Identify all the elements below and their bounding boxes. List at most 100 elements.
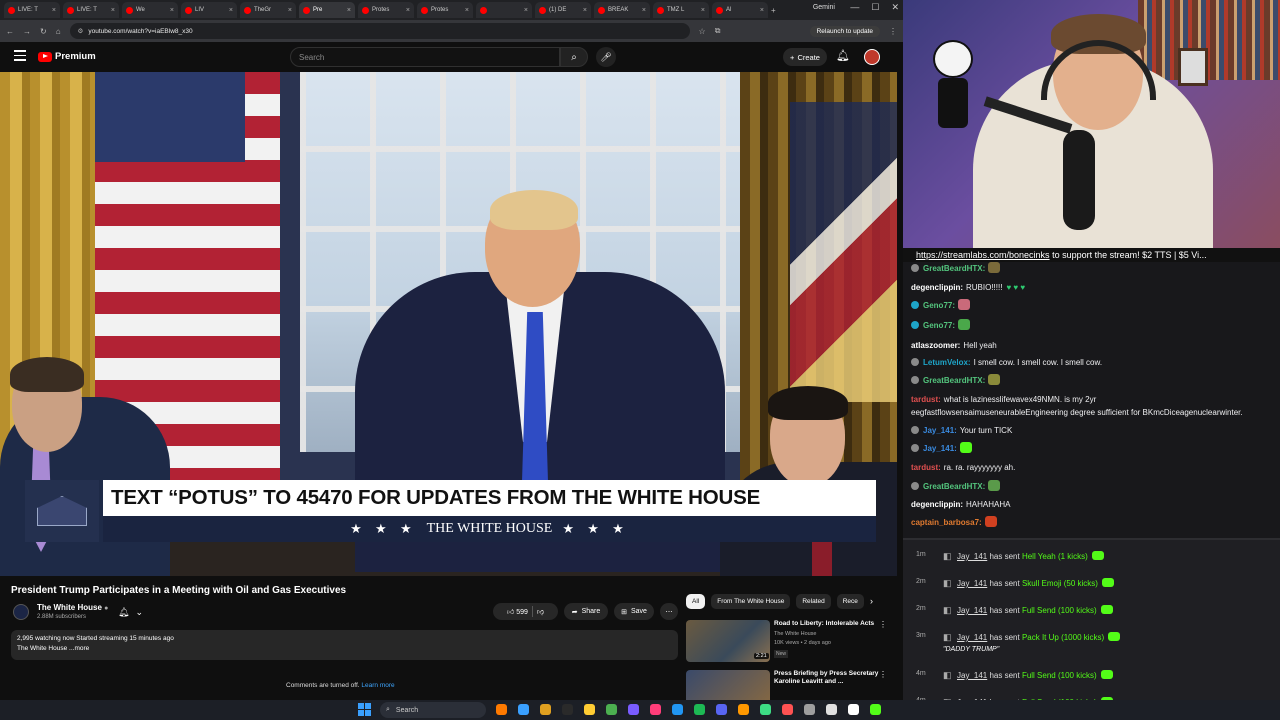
- filter-chip[interactable]: Rece: [836, 594, 864, 609]
- event-username[interactable]: Jay_141: [957, 671, 987, 680]
- browser-tab[interactable]: TMZ L ×: [653, 2, 709, 18]
- browser-tab[interactable]: Protes ×: [417, 2, 473, 18]
- folder-icon[interactable]: [584, 704, 595, 715]
- app-icon[interactable]: [826, 704, 837, 715]
- channel-avatar[interactable]: [13, 604, 29, 620]
- browser-tab[interactable]: Protes ×: [358, 2, 414, 18]
- more-actions-button[interactable]: ⋯: [660, 603, 678, 620]
- recommended-title[interactable]: Road to Liberty: Intolerable Acts: [774, 620, 882, 628]
- chat-username[interactable]: tardust:: [911, 463, 941, 472]
- chat-username[interactable]: tardust:: [911, 395, 941, 404]
- browser-tab[interactable]: LIV ×: [181, 2, 237, 18]
- teams-icon[interactable]: [716, 704, 727, 715]
- browser-tab[interactable]: TheGr ×: [240, 2, 296, 18]
- discord-icon[interactable]: [672, 704, 683, 715]
- channel-name[interactable]: The White House ●: [37, 603, 108, 612]
- tab-close-icon[interactable]: ×: [583, 7, 587, 14]
- subscription-bell-button[interactable]: 🔔︎ ⌄: [118, 604, 158, 620]
- recommended-title[interactable]: Press Briefing by Press Secretary Karoli…: [774, 670, 882, 686]
- chevron-right-icon[interactable]: ›: [870, 596, 873, 606]
- browser-tab[interactable]: LIVE: T ×: [4, 2, 60, 18]
- chat-username[interactable]: Jay_141:: [923, 426, 957, 435]
- reload-icon[interactable]: ↻: [40, 27, 47, 36]
- spotify-icon[interactable]: [694, 704, 705, 715]
- event-username[interactable]: Jay_141: [957, 552, 987, 561]
- video-player[interactable]: TEXT “POTUS” TO 45470 FOR UPDATES FROM T…: [0, 72, 897, 576]
- youtube-logo[interactable]: Premium: [38, 51, 96, 62]
- description-box[interactable]: 2,995 watching now Started streaming 15 …: [11, 630, 678, 660]
- terminal-icon[interactable]: [562, 704, 573, 715]
- chat-username[interactable]: GreatBeardHTX:: [923, 376, 985, 385]
- back-icon[interactable]: ←: [6, 27, 14, 36]
- create-button[interactable]: + Create: [783, 48, 827, 66]
- browser-menu-icon[interactable]: ⋮: [889, 27, 897, 36]
- tab-close-icon[interactable]: ×: [52, 7, 56, 14]
- recommended-video[interactable]: Press Briefing by Press Secretary Karoli…: [686, 670, 887, 700]
- maximize-icon[interactable]: ☐: [871, 2, 879, 13]
- chat-username[interactable]: GreatBeardHTX:: [923, 482, 985, 491]
- chat-username[interactable]: GreatBeardHTX:: [923, 264, 985, 273]
- tab-close-icon[interactable]: ×: [229, 7, 233, 14]
- app-icon[interactable]: [738, 704, 749, 715]
- url-field[interactable]: ⚙ youtube.com/watch?v=iaEBlw8_x30: [69, 23, 690, 39]
- more-vertical-icon[interactable]: ⋮: [879, 620, 887, 629]
- recommended-video[interactable]: 2:21 Road to Liberty: Intolerable Acts T…: [686, 620, 887, 662]
- browser-tab[interactable]: We ×: [122, 2, 178, 18]
- more-vertical-icon[interactable]: ⋮: [879, 670, 887, 679]
- video-thumbnail[interactable]: [686, 670, 770, 700]
- filter-chip[interactable]: From The White House: [711, 594, 791, 609]
- app-icon[interactable]: [760, 704, 771, 715]
- app-icon[interactable]: [848, 704, 859, 715]
- close-icon[interactable]: ✕: [891, 2, 899, 13]
- gemini-button[interactable]: Gemini: [813, 4, 835, 11]
- tab-close-icon[interactable]: ×: [170, 7, 174, 14]
- forward-icon[interactable]: →: [23, 27, 31, 36]
- notifications-bell-icon[interactable]: 🔔︎: [836, 49, 850, 62]
- chat-username[interactable]: atlaszoomer:: [911, 341, 960, 350]
- app-icon[interactable]: [782, 704, 793, 715]
- dislike-button[interactable]: 👎︎: [537, 607, 544, 616]
- search-input[interactable]: Search: [290, 47, 560, 67]
- tab-close-icon[interactable]: ×: [760, 7, 764, 14]
- bookmark-star-icon[interactable]: ☆: [699, 27, 706, 36]
- relaunch-button[interactable]: Relaunch to update: [809, 25, 880, 37]
- hamburger-menu-icon[interactable]: [14, 50, 26, 61]
- chat-username[interactable]: captain_barbosa7:: [911, 518, 982, 527]
- browser-tab[interactable]: (1) DE ×: [535, 2, 591, 18]
- copilot-icon[interactable]: [496, 704, 507, 715]
- chat-username[interactable]: Jay_141:: [923, 444, 957, 453]
- filter-chip[interactable]: Related: [796, 594, 831, 609]
- app-icon[interactable]: [804, 704, 815, 715]
- edge-icon[interactable]: [518, 704, 529, 715]
- file-explorer-icon[interactable]: [540, 704, 551, 715]
- kick-icon[interactable]: [870, 704, 881, 715]
- browser-tab[interactable]: LIVE: T ×: [63, 2, 119, 18]
- filter-chip[interactable]: All: [686, 594, 706, 609]
- browser-tab[interactable]: Al ×: [712, 2, 768, 18]
- chat-username[interactable]: degenclippin:: [911, 500, 963, 509]
- like-button[interactable]: 👍︎ 599: [507, 607, 528, 616]
- event-username[interactable]: Jay_141: [957, 606, 987, 615]
- save-button[interactable]: ⊞ Save: [614, 603, 654, 620]
- chrome-icon[interactable]: [606, 704, 617, 715]
- browser-tab[interactable]: Pre ×: [299, 2, 355, 18]
- event-username[interactable]: Jay_141: [957, 633, 987, 642]
- tab-close-icon[interactable]: ×: [288, 7, 292, 14]
- tab-close-icon[interactable]: ×: [347, 7, 351, 14]
- voice-search-button[interactable]: 🎤︎: [596, 47, 616, 67]
- browser-tab[interactable]: BREAK ×: [594, 2, 650, 18]
- site-info-icon[interactable]: ⚙: [78, 27, 84, 35]
- tab-close-icon[interactable]: ×: [465, 7, 469, 14]
- new-tab-icon[interactable]: +: [771, 6, 776, 15]
- minimize-icon[interactable]: —: [850, 2, 859, 13]
- obs-icon[interactable]: [628, 704, 639, 715]
- taskbar-search[interactable]: ⌕ Search: [380, 702, 486, 718]
- home-icon[interactable]: ⌂: [56, 27, 61, 36]
- browser-tab[interactable]: ×: [476, 2, 532, 18]
- account-avatar[interactable]: [864, 49, 880, 65]
- streamlabs-link[interactable]: https://streamlabs.com/bonecinks: [916, 250, 1050, 260]
- extensions-icon[interactable]: ⧉: [715, 26, 721, 36]
- learn-more-link[interactable]: Learn more: [361, 682, 394, 689]
- search-button[interactable]: ⌕: [560, 47, 588, 67]
- chat-username[interactable]: degenclippin:: [911, 283, 963, 292]
